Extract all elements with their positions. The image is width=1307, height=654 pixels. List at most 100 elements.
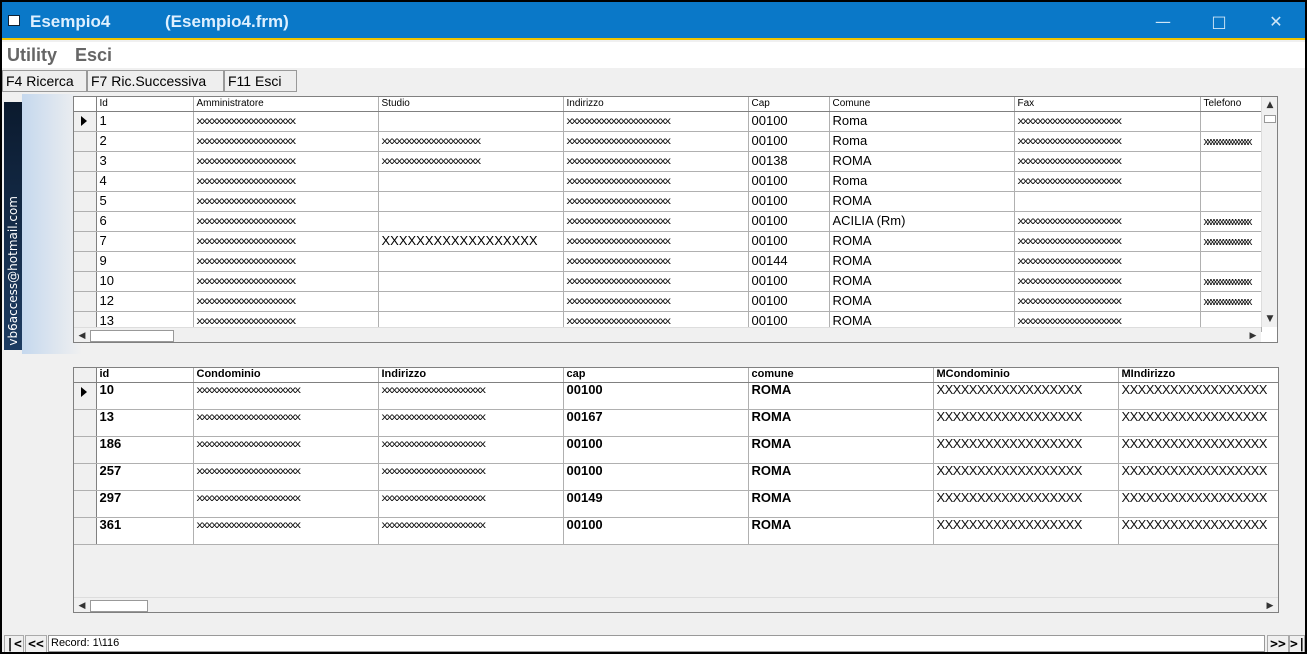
table-cell[interactable]: xxxxxxxxxxxxxxxxxxxxx bbox=[563, 191, 749, 212]
row-selector[interactable] bbox=[74, 171, 97, 192]
table-cell[interactable]: 00100 bbox=[748, 171, 830, 192]
table-cell[interactable]: Roma bbox=[829, 171, 1015, 192]
table-cell[interactable]: 10 bbox=[96, 382, 194, 410]
table-cell[interactable]: xxxxxxxxxxxxxxxxxxxxx bbox=[1014, 171, 1201, 192]
table-cell[interactable]: xxxxxxxxxxxxxxxxxxxxx bbox=[378, 517, 564, 545]
table-cell[interactable]: xxxxxxxxxxxxxxxxxxxxx bbox=[1014, 251, 1201, 272]
table-cell[interactable]: xxxxxxxxxxxxxxxxxxxxx bbox=[563, 131, 749, 152]
table-cell[interactable] bbox=[1014, 191, 1201, 212]
table-cell[interactable]: xxxxxxxxxxxxxxxxxxxxx bbox=[193, 517, 379, 545]
table-cell[interactable] bbox=[378, 271, 564, 292]
scroll-up-icon[interactable]: ▲ bbox=[1262, 97, 1277, 113]
condomini-grid[interactable]: id Condominio Indirizzo cap comune MCondomini… bbox=[73, 367, 1279, 613]
table-cell[interactable]: xxxxxxxxxxxxxxxxxxxxx bbox=[378, 463, 564, 491]
table-cell[interactable]: XXXXXXXXXXXXXXXXXX bbox=[933, 517, 1119, 545]
table-cell[interactable]: 4 bbox=[96, 171, 194, 192]
table-row[interactable]: 7 xxxxxxxxxxxxxxxxxxxx XXXXXXXXXXXXXXXXXX x… bbox=[74, 231, 1262, 252]
table-row[interactable]: 6 xxxxxxxxxxxxxxxxxxxx xxxxxxxxxxxxxxxxxxx… bbox=[74, 211, 1262, 232]
table-row[interactable]: 297 xxxxxxxxxxxxxxxxxxxxx xxxxxxxxxxxxxxxx… bbox=[74, 490, 1278, 518]
row-selector[interactable] bbox=[74, 436, 97, 464]
table-cell[interactable]: 00100 bbox=[563, 436, 749, 464]
column-header[interactable]: cap bbox=[563, 368, 749, 383]
table-cell[interactable]: 10 bbox=[96, 271, 194, 292]
scroll-thumb[interactable] bbox=[1264, 115, 1276, 123]
table-cell[interactable] bbox=[1200, 111, 1262, 132]
table-cell[interactable]: 9 bbox=[96, 251, 194, 272]
table-cell[interactable]: XXXXXXXXXXXXXXXXXX bbox=[1118, 409, 1278, 437]
table-cell[interactable]: 297 bbox=[96, 490, 194, 518]
row-selector[interactable] bbox=[74, 271, 97, 292]
table-cell[interactable]: 00167 bbox=[563, 409, 749, 437]
table-cell[interactable]: xxxxxxxxxxxxxxxxxxxxx bbox=[563, 291, 749, 312]
table-cell[interactable]: 00100 bbox=[748, 191, 830, 212]
table-cell[interactable]: xxxxxxxxxxxxxxx bbox=[1200, 291, 1262, 312]
row-selector[interactable] bbox=[74, 191, 97, 212]
table-cell[interactable]: xxxxxxxxxxxxxxxxxxxxx bbox=[378, 409, 564, 437]
vertical-scrollbar[interactable]: ▲ ▼ bbox=[1261, 97, 1277, 327]
table-cell[interactable]: xxxxxxxxxxxxxxxxxxxx bbox=[193, 291, 379, 312]
table-cell[interactable]: 00100 bbox=[748, 271, 830, 292]
scroll-thumb[interactable] bbox=[90, 330, 174, 342]
table-cell[interactable]: xxxxxxxxxxxxxxxxxxxxx bbox=[378, 490, 564, 518]
table-cell[interactable]: ROMA bbox=[829, 231, 1015, 252]
table-cell[interactable]: xxxxxxxxxxxxxxxxxxxxx bbox=[563, 111, 749, 132]
row-selector[interactable] bbox=[74, 211, 97, 232]
table-cell[interactable]: XXXXXXXXXXXXXXXXXX bbox=[933, 490, 1119, 518]
table-cell[interactable]: XXXXXXXXXXXXXXXXXX bbox=[1118, 517, 1278, 545]
scroll-down-icon[interactable]: ▼ bbox=[1262, 311, 1277, 327]
table-cell[interactable]: xxxxxxxxxxxxxxxxxxxx bbox=[193, 191, 379, 212]
table-row[interactable]: 10 xxxxxxxxxxxxxxxxxxxxx xxxxxxxxxxxxxxxxx… bbox=[74, 382, 1278, 410]
table-row[interactable]: 9 xxxxxxxxxxxxxxxxxxxx xxxxxxxxxxxxxxxxxxx… bbox=[74, 251, 1262, 272]
table-cell[interactable]: xxxxxxxxxxxxxxxxxxxxx bbox=[1014, 211, 1201, 232]
table-cell[interactable]: xxxxxxxxxxxxxxxxxxxxx bbox=[563, 171, 749, 192]
row-selector[interactable] bbox=[74, 131, 97, 152]
table-cell[interactable]: ACILIA (Rm) bbox=[829, 211, 1015, 232]
table-cell[interactable]: XXXXXXXXXXXXXXXXXX bbox=[933, 382, 1119, 410]
table-cell[interactable]: xxxxxxxxxxxxxxxxxxxxx bbox=[378, 436, 564, 464]
table-row[interactable]: 13 xxxxxxxxxxxxxxxxxxxxx xxxxxxxxxxxxxxxxx… bbox=[74, 409, 1278, 437]
table-row[interactable]: 186 xxxxxxxxxxxxxxxxxxxxx xxxxxxxxxxxxxxxx… bbox=[74, 436, 1278, 464]
scroll-right-icon[interactable]: ▶ bbox=[1245, 328, 1261, 342]
table-cell[interactable]: xxxxxxxxxxxxxxx bbox=[1200, 271, 1262, 292]
column-header[interactable]: Comune bbox=[829, 97, 1015, 112]
table-cell[interactable] bbox=[378, 171, 564, 192]
table-cell[interactable]: 186 bbox=[96, 436, 194, 464]
scroll-thumb[interactable] bbox=[90, 600, 148, 612]
table-cell[interactable] bbox=[378, 211, 564, 232]
close-icon[interactable]: ✕ bbox=[1261, 10, 1291, 34]
row-selector[interactable] bbox=[74, 231, 97, 252]
table-cell[interactable]: xxxxxxxxxxxxxxxxxxxxx bbox=[378, 382, 564, 410]
table-cell[interactable]: 00100 bbox=[563, 382, 749, 410]
table-cell[interactable]: 00100 bbox=[748, 211, 830, 232]
row-selector[interactable] bbox=[74, 151, 97, 172]
table-cell[interactable]: ROMA bbox=[748, 409, 934, 437]
table-cell[interactable]: 6 bbox=[96, 211, 194, 232]
table-cell[interactable]: 3 bbox=[96, 151, 194, 172]
search-next-button[interactable]: F7 Ric.Successiva bbox=[87, 70, 224, 92]
menu-esci[interactable]: Esci bbox=[75, 45, 112, 66]
table-cell[interactable]: 13 bbox=[96, 409, 194, 437]
table-cell[interactable]: xxxxxxxxxxxxxxxxxxxxx bbox=[563, 211, 749, 232]
table-cell[interactable]: xxxxxxxxxxxxxxxxxxxxx bbox=[193, 490, 379, 518]
table-cell[interactable]: XXXXXXXXXXXXXXXXXX bbox=[378, 231, 564, 252]
row-selector[interactable] bbox=[74, 463, 97, 491]
table-cell[interactable]: xxxxxxxxxxxxxxxxxxxxx bbox=[193, 463, 379, 491]
table-cell[interactable]: Roma bbox=[829, 131, 1015, 152]
table-cell[interactable]: xxxxxxxxxxxxxxxxxxxxx bbox=[563, 151, 749, 172]
table-cell[interactable]: xxxxxxxxxxxxxxxxxxxx bbox=[378, 151, 564, 172]
menu-utility[interactable]: Utility bbox=[7, 45, 57, 66]
table-row[interactable]: 1 xxxxxxxxxxxxxxxxxxxx xxxxxxxxxxxxxxxxxxx… bbox=[74, 111, 1262, 132]
table-cell[interactable]: xxxxxxxxxxxxxxxxxxxx bbox=[193, 211, 379, 232]
table-cell[interactable]: xxxxxxxxxxxxxxxxxxxxx bbox=[1014, 131, 1201, 152]
row-selector[interactable] bbox=[74, 409, 97, 437]
table-cell[interactable]: 00100 bbox=[748, 111, 830, 132]
table-cell[interactable]: 00100 bbox=[748, 231, 830, 252]
table-cell[interactable]: Roma bbox=[829, 111, 1015, 132]
row-selector[interactable] bbox=[74, 517, 97, 545]
table-cell[interactable]: xxxxxxxxxxxxxxx bbox=[1200, 231, 1262, 252]
search-button[interactable]: F4 Ricerca bbox=[2, 70, 87, 92]
table-cell[interactable]: ROMA bbox=[748, 382, 934, 410]
table-cell[interactable]: ROMA bbox=[829, 271, 1015, 292]
column-header[interactable]: Indirizzo bbox=[378, 368, 564, 383]
table-cell[interactable] bbox=[1200, 251, 1262, 272]
